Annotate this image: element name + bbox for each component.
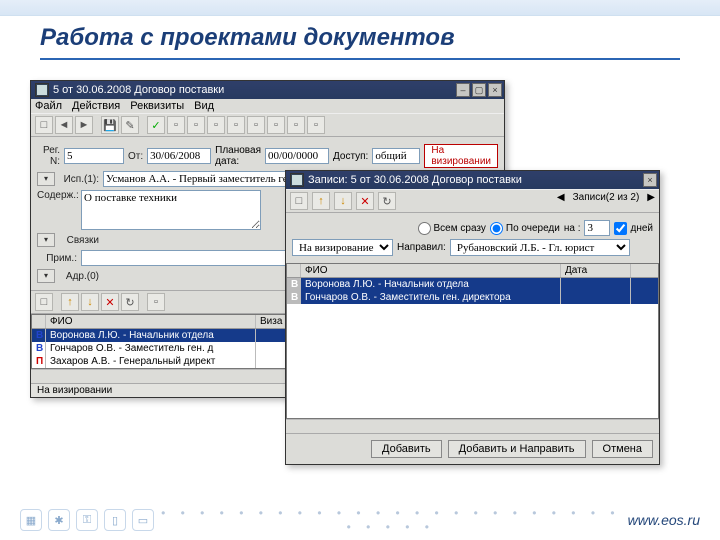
foot-icon: ▭: [132, 509, 154, 531]
add-button[interactable]: Добавить: [371, 440, 442, 458]
menu-view[interactable]: Вид: [194, 100, 214, 112]
foot-icon: ▯: [104, 509, 126, 531]
header-band: [0, 0, 720, 16]
title-rule: [40, 58, 680, 60]
tool-a-icon[interactable]: ▫: [167, 116, 185, 134]
label-content: Содерж.:: [37, 190, 77, 201]
exec-expand[interactable]: [37, 172, 55, 186]
days-input[interactable]: [584, 220, 610, 236]
label-na: на :: [564, 223, 581, 234]
footer: ▦ ✱ ⚿ ▯ ▭ • • • • • • • • • • • • • • • …: [0, 506, 720, 534]
reg-n-input[interactable]: [64, 148, 124, 164]
tool-b-icon[interactable]: ▫: [187, 116, 205, 134]
arrow-up-icon[interactable]: ↑: [61, 293, 79, 311]
label-ot: От:: [128, 151, 143, 162]
table-row[interactable]: ВГончаров О.В. - Заместитель ген. директ…: [287, 291, 658, 304]
footer-url: www.eos.ru: [628, 512, 700, 528]
tool-d-icon[interactable]: ▫: [227, 116, 245, 134]
titlebar[interactable]: Записи: 5 от 30.06.2008 Договор поставки…: [286, 171, 659, 189]
label-isp: Исп.(1):: [59, 174, 99, 185]
links-expand[interactable]: [37, 233, 55, 247]
arrow-up-icon[interactable]: ↑: [312, 192, 330, 210]
scrollbar[interactable]: [286, 419, 659, 433]
arrow-down-icon[interactable]: ↓: [81, 293, 99, 311]
days-check[interactable]: дней: [614, 222, 653, 235]
addr-expand[interactable]: [37, 269, 55, 283]
records-label: Записи(2 из 2): [573, 192, 640, 210]
tool-h-icon[interactable]: ▫: [307, 116, 325, 134]
label-access: Доступ:: [333, 151, 368, 162]
sender-dropdown[interactable]: Рубановский Л.Б. - Гл. юрист: [450, 239, 630, 256]
menu-requisites[interactable]: Реквизиты: [130, 100, 184, 112]
delete-icon[interactable]: ✕: [356, 192, 374, 210]
new-icon[interactable]: □: [290, 192, 308, 210]
maximize-button[interactable]: ▢: [472, 83, 486, 97]
next-icon[interactable]: ►: [75, 116, 93, 134]
page-title: Работа с проектами документов: [0, 16, 720, 52]
edit-icon[interactable]: ✎: [121, 116, 139, 134]
col-fio[interactable]: ФИО: [46, 315, 256, 328]
records-grid: ФИО Дата ВВоронова Л.Ю. - Начальник отде…: [286, 263, 659, 419]
label-addr: Адр.(0): [59, 271, 99, 282]
plan-date-input[interactable]: [265, 148, 329, 164]
minimize-button[interactable]: –: [456, 83, 470, 97]
add-send-button[interactable]: Добавить и Направить: [448, 440, 586, 458]
content-textarea[interactable]: [81, 190, 261, 230]
note-input[interactable]: [81, 250, 301, 266]
window-icon: [35, 83, 49, 97]
radio-all[interactable]: Всем сразу: [418, 222, 486, 235]
fwd-icon[interactable]: ▶: [647, 192, 655, 210]
arrow-down-icon[interactable]: ↓: [334, 192, 352, 210]
delete-icon[interactable]: ✕: [101, 293, 119, 311]
toolbar: □ ◄ ► 💾 ✎ ✓ ▫ ▫ ▫ ▫ ▫ ▫ ▫ ▫: [31, 113, 504, 137]
back-icon[interactable]: ◀: [557, 192, 565, 210]
label-note: Прим.:: [37, 253, 77, 264]
close-button[interactable]: ×: [643, 173, 657, 187]
label-links: Связки: [59, 235, 99, 246]
menu-actions[interactable]: Действия: [72, 100, 120, 112]
new-icon[interactable]: □: [35, 116, 53, 134]
window-title: Записи: 5 от 30.06.2008 Договор поставки: [308, 171, 643, 189]
stage-dropdown[interactable]: На визирование: [292, 239, 393, 256]
col-marker: [32, 315, 46, 328]
access-input[interactable]: [372, 148, 420, 164]
menu-file[interactable]: Файл: [35, 100, 62, 112]
window-icon: [290, 173, 304, 187]
check-icon[interactable]: ✓: [147, 116, 165, 134]
label-sent: Направил:: [397, 242, 446, 253]
tool-f-icon[interactable]: ▫: [267, 116, 285, 134]
grid-new-icon[interactable]: □: [35, 293, 53, 311]
foot-icon: ⚿: [76, 509, 98, 531]
col-date[interactable]: Дата: [561, 264, 631, 277]
menu-bar: Файл Действия Реквизиты Вид: [31, 99, 504, 113]
tool-c-icon[interactable]: ▫: [207, 116, 225, 134]
from-date-input[interactable]: [147, 148, 211, 164]
titlebar[interactable]: 5 от 30.06.2008 Договор поставки – ▢ ×: [31, 81, 504, 99]
tool-e-icon[interactable]: ▫: [247, 116, 265, 134]
tool-g-icon[interactable]: ▫: [287, 116, 305, 134]
label-plan: Плановая дата:: [215, 145, 261, 167]
status-badge: На визировании: [424, 144, 498, 168]
table-row[interactable]: ВВоронова Л.Ю. - Начальник отдела: [287, 278, 658, 291]
prev-icon[interactable]: ◄: [55, 116, 73, 134]
refresh-icon[interactable]: ↻: [378, 192, 396, 210]
foot-icon: ▦: [20, 509, 42, 531]
foot-icon: ✱: [48, 509, 70, 531]
refresh-icon[interactable]: ↻: [121, 293, 139, 311]
cancel-button[interactable]: Отмена: [592, 440, 653, 458]
extra-icon[interactable]: ▫: [147, 293, 165, 311]
close-button[interactable]: ×: [488, 83, 502, 97]
save-icon[interactable]: 💾: [101, 116, 119, 134]
window-title: 5 от 30.06.2008 Договор поставки: [53, 81, 456, 99]
footer-dots: • • • • • • • • • • • • • • • • • • • • …: [154, 506, 628, 534]
label-reg: Рег. N:: [37, 145, 60, 167]
records-window: Записи: 5 от 30.06.2008 Договор поставки…: [285, 170, 660, 465]
col-fio[interactable]: ФИО: [301, 264, 561, 277]
radio-queue[interactable]: По очереди: [490, 222, 560, 235]
